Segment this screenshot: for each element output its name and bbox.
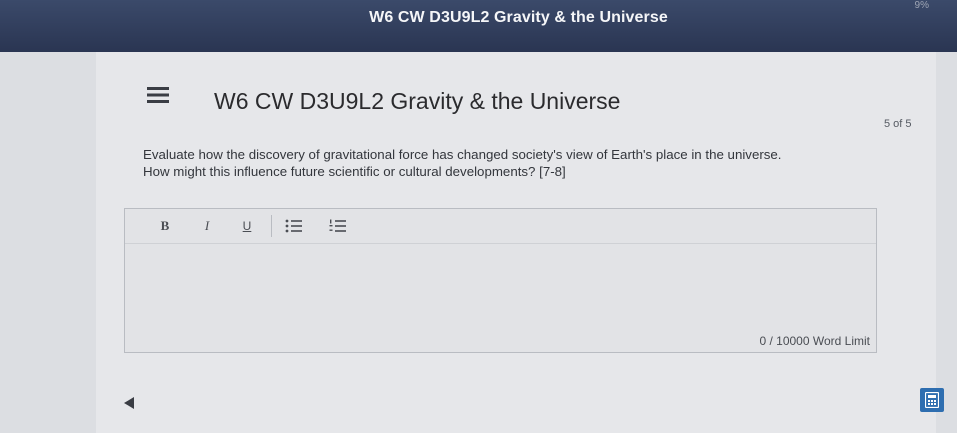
page-counter: 5 of 5: [884, 118, 912, 130]
toolbar-divider: [271, 215, 272, 237]
page-title: W6 CW D3U9L2 Gravity & the Universe: [214, 88, 621, 114]
numbered-list-icon: [329, 219, 346, 232]
left-arrow-icon: [124, 397, 134, 409]
bulleted-list-button[interactable]: [282, 214, 306, 238]
top-bar: W6 CW D3U9L2 Gravity & the Universe 9%: [0, 0, 957, 52]
hamburger-menu-icon: [147, 87, 169, 103]
bold-button[interactable]: B: [153, 214, 177, 238]
question-prompt: Evaluate how the discovery of gravitatio…: [143, 146, 863, 180]
calculator-button[interactable]: [920, 388, 944, 412]
previous-button[interactable]: [120, 393, 140, 413]
menu-button[interactable]: [138, 80, 178, 110]
question-line-1: Evaluate how the discovery of gravitatio…: [143, 147, 782, 162]
word-limit-counter: 0 / 10000 Word Limit: [759, 334, 870, 348]
italic-button[interactable]: I: [195, 214, 219, 238]
bulleted-list-icon: [285, 219, 302, 233]
answer-textarea[interactable]: [125, 243, 876, 329]
numbered-list-button[interactable]: [326, 214, 350, 238]
calculator-icon: [925, 392, 939, 408]
question-line-2: How might this influence future scientif…: [143, 164, 566, 179]
status-text: 9%: [914, 0, 929, 11]
underline-button[interactable]: U: [235, 214, 259, 238]
rich-text-editor: B I U 0 / 10000 Word Limit: [124, 208, 877, 353]
editor-toolbar: B I U: [125, 209, 876, 243]
window-title: W6 CW D3U9L2 Gravity & the Universe: [369, 9, 668, 26]
